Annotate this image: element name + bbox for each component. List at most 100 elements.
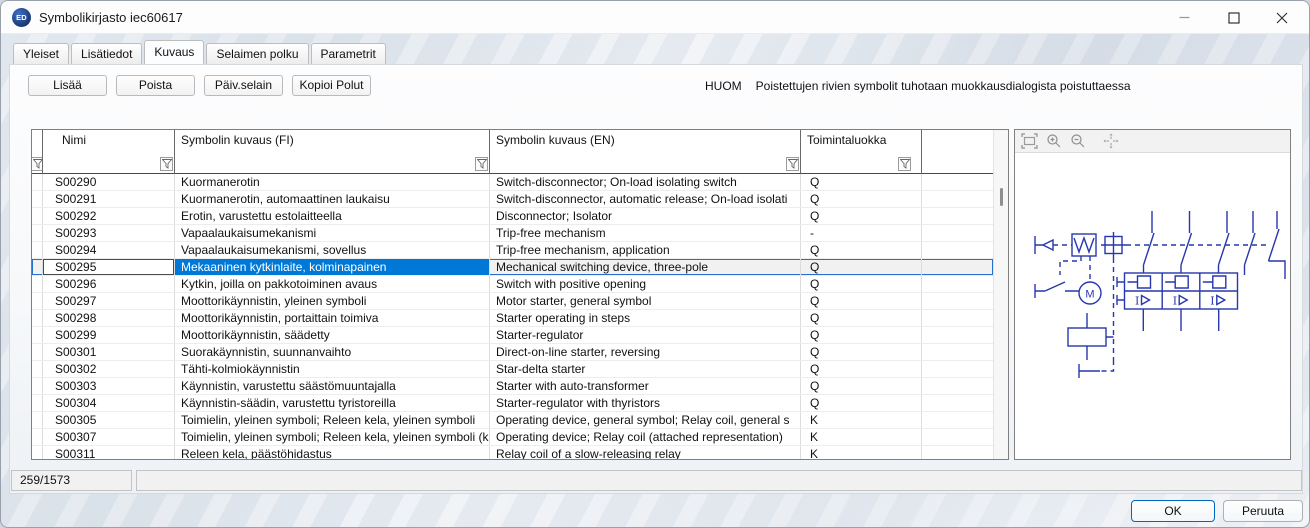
row-gutter[interactable]	[32, 446, 43, 459]
cell-en[interactable]: Starter operating in steps	[490, 310, 801, 326]
cell-en[interactable]: Disconnector; Isolator	[490, 208, 801, 224]
cell-fi[interactable]: Käynnistin, varustettu säästömuuntajalla	[175, 378, 490, 394]
table-row[interactable]: S00304 Käynnistin-säädin, varustettu tyr…	[32, 395, 993, 412]
table-row[interactable]: S00297 Moottorikäynnistin, yleinen symbo…	[32, 293, 993, 310]
row-gutter[interactable]	[32, 276, 43, 292]
table-row[interactable]: S00305 Toimielin, yleinen symboli; Relee…	[32, 412, 993, 429]
cell-en[interactable]: Starter-regulator	[490, 327, 801, 343]
table-row[interactable]: S00294 Vapaalaukaisumekanismi, sovellus …	[32, 242, 993, 259]
cell-fi[interactable]: Moottorikäynnistin, portaittain toimiva	[175, 310, 490, 326]
cell-toimintaluokka[interactable]: K	[801, 446, 922, 459]
action-button[interactable]: Kopioi Polut	[292, 75, 371, 96]
table-row[interactable]: S00293 Vapaalaukaisumekanismi Trip-free …	[32, 225, 993, 242]
row-gutter[interactable]	[32, 225, 43, 241]
table-row[interactable]: S00311 Releen kela, päästöhidastus Relay…	[32, 446, 993, 459]
cell-fi[interactable]: Erotin, varustettu estolaitteella	[175, 208, 490, 224]
cell-nimi[interactable]: S00302	[43, 361, 175, 377]
tab[interactable]: Kuvaus	[144, 40, 204, 64]
cell-fi[interactable]: Kuormanerotin, automaattinen laukaisu	[175, 191, 490, 207]
row-gutter[interactable]	[32, 174, 43, 190]
cell-toimintaluokka[interactable]: Q	[801, 174, 922, 190]
cell-nimi[interactable]: S00292	[43, 208, 175, 224]
table-row[interactable]: S00295 Mekaaninen kytkinlaite, kolminapa…	[32, 259, 993, 276]
cell-fi[interactable]: Toimielin, yleinen symboli; Releen kela,…	[175, 412, 490, 428]
action-button[interactable]: Poista	[116, 75, 195, 96]
filter-funnel-icon[interactable]	[160, 157, 173, 171]
cell-en[interactable]: Switch-disconnector, automatic release; …	[490, 191, 801, 207]
filter-cell-en[interactable]	[490, 152, 801, 174]
action-button[interactable]: Lisää	[28, 75, 107, 96]
cell-toimintaluokka[interactable]: K	[801, 429, 922, 445]
cell-fi[interactable]: Tähti-kolmiokäynnistin	[175, 361, 490, 377]
cell-en[interactable]: Mechanical switching device, three-pole	[490, 259, 801, 275]
cell-nimi[interactable]: S00305	[43, 412, 175, 428]
cell-nimi[interactable]: S00307	[43, 429, 175, 445]
cell-toimintaluokka[interactable]: Q	[801, 293, 922, 309]
table-scrollbar[interactable]	[993, 130, 1008, 459]
tab[interactable]: Parametrit	[311, 43, 386, 64]
cell-nimi[interactable]: S00299	[43, 327, 175, 343]
column-header-toimintaluokka[interactable]: Toimintaluokka	[801, 130, 922, 152]
cell-toimintaluokka[interactable]: -	[801, 225, 922, 241]
column-header-fi[interactable]: Symbolin kuvaus (FI)	[175, 130, 490, 152]
column-header-nimi[interactable]: Nimi	[43, 130, 175, 152]
cell-nimi[interactable]: S00296	[43, 276, 175, 292]
cell-en[interactable]: Operating device; Relay coil (attached r…	[490, 429, 801, 445]
filter-cell-toimintaluokka[interactable]	[801, 152, 922, 174]
cell-nimi[interactable]: S00293	[43, 225, 175, 241]
cell-toimintaluokka[interactable]: Q	[801, 259, 922, 275]
row-gutter[interactable]	[32, 361, 43, 377]
ok-button[interactable]: OK	[1131, 500, 1215, 522]
cell-nimi[interactable]: S00298	[43, 310, 175, 326]
cell-fi[interactable]: Suorakäynnistin, suunnanvaihto	[175, 344, 490, 360]
cell-fi[interactable]: Vapaalaukaisumekanismi, sovellus	[175, 242, 490, 258]
cell-en[interactable]: Motor starter, general symbol	[490, 293, 801, 309]
cell-fi[interactable]: Moottorikäynnistin, säädetty	[175, 327, 490, 343]
row-gutter[interactable]	[32, 293, 43, 309]
scrollbar-thumb[interactable]	[1000, 188, 1003, 206]
filter-funnel-icon[interactable]	[32, 157, 43, 171]
table-row[interactable]: S00290 Kuormanerotin Switch-disconnector…	[32, 174, 993, 191]
zoom-window-icon[interactable]	[1021, 133, 1038, 150]
cell-nimi[interactable]: S00291	[43, 191, 175, 207]
row-gutter[interactable]	[32, 395, 43, 411]
cell-nimi[interactable]: S00311	[43, 446, 175, 459]
row-gutter[interactable]	[32, 310, 43, 326]
cell-nimi[interactable]: S00294	[43, 242, 175, 258]
filter-funnel-icon[interactable]	[786, 157, 799, 171]
cell-toimintaluokka[interactable]: Q	[801, 242, 922, 258]
cell-fi[interactable]: Kytkin, joilla on pakkotoiminen avaus	[175, 276, 490, 292]
cell-fi[interactable]: Kuormanerotin	[175, 174, 490, 190]
cell-toimintaluokka[interactable]: K	[801, 412, 922, 428]
cell-toimintaluokka[interactable]: Q	[801, 361, 922, 377]
table-row[interactable]: S00302 Tähti-kolmiokäynnistin Star-delta…	[32, 361, 993, 378]
table-row[interactable]: S00307 Toimielin, yleinen symboli; Relee…	[32, 429, 993, 446]
cell-fi[interactable]: Releen kela, päästöhidastus	[175, 446, 490, 459]
tab[interactable]: Yleiset	[13, 43, 69, 64]
cell-nimi[interactable]: S00290	[43, 174, 175, 190]
cell-en[interactable]: Operating device, general symbol; Relay …	[490, 412, 801, 428]
table-row[interactable]: S00299 Moottorikäynnistin, säädetty Star…	[32, 327, 993, 344]
cell-toimintaluokka[interactable]: Q	[801, 191, 922, 207]
pan-icon[interactable]	[1102, 133, 1119, 150]
table-row[interactable]: S00292 Erotin, varustettu estolaitteella…	[32, 208, 993, 225]
row-gutter[interactable]	[32, 191, 43, 207]
cell-nimi[interactable]: S00301	[43, 344, 175, 360]
row-gutter[interactable]	[32, 412, 43, 428]
cancel-button[interactable]: Peruuta	[1223, 500, 1303, 522]
cell-nimi[interactable]: S00303	[43, 378, 175, 394]
tab[interactable]: Lisätiedot	[71, 43, 142, 64]
cell-toimintaluokka[interactable]: Q	[801, 276, 922, 292]
cell-toimintaluokka[interactable]: Q	[801, 395, 922, 411]
close-button[interactable]	[1259, 1, 1305, 34]
symbol-preview-canvas[interactable]: I I I M	[1015, 153, 1290, 459]
filter-cell-gutter[interactable]	[32, 152, 43, 174]
zoom-in-icon[interactable]	[1045, 133, 1062, 150]
cell-nimi[interactable]: S00295	[43, 259, 175, 275]
cell-en[interactable]: Trip-free mechanism, application	[490, 242, 801, 258]
cell-fi[interactable]: Käynnistin-säädin, varustettu tyristorei…	[175, 395, 490, 411]
row-gutter[interactable]	[32, 208, 43, 224]
minimize-button[interactable]	[1161, 1, 1207, 34]
filter-cell-nimi[interactable]	[43, 152, 175, 174]
cell-en[interactable]: Relay coil of a slow-releasing relay	[490, 446, 801, 459]
